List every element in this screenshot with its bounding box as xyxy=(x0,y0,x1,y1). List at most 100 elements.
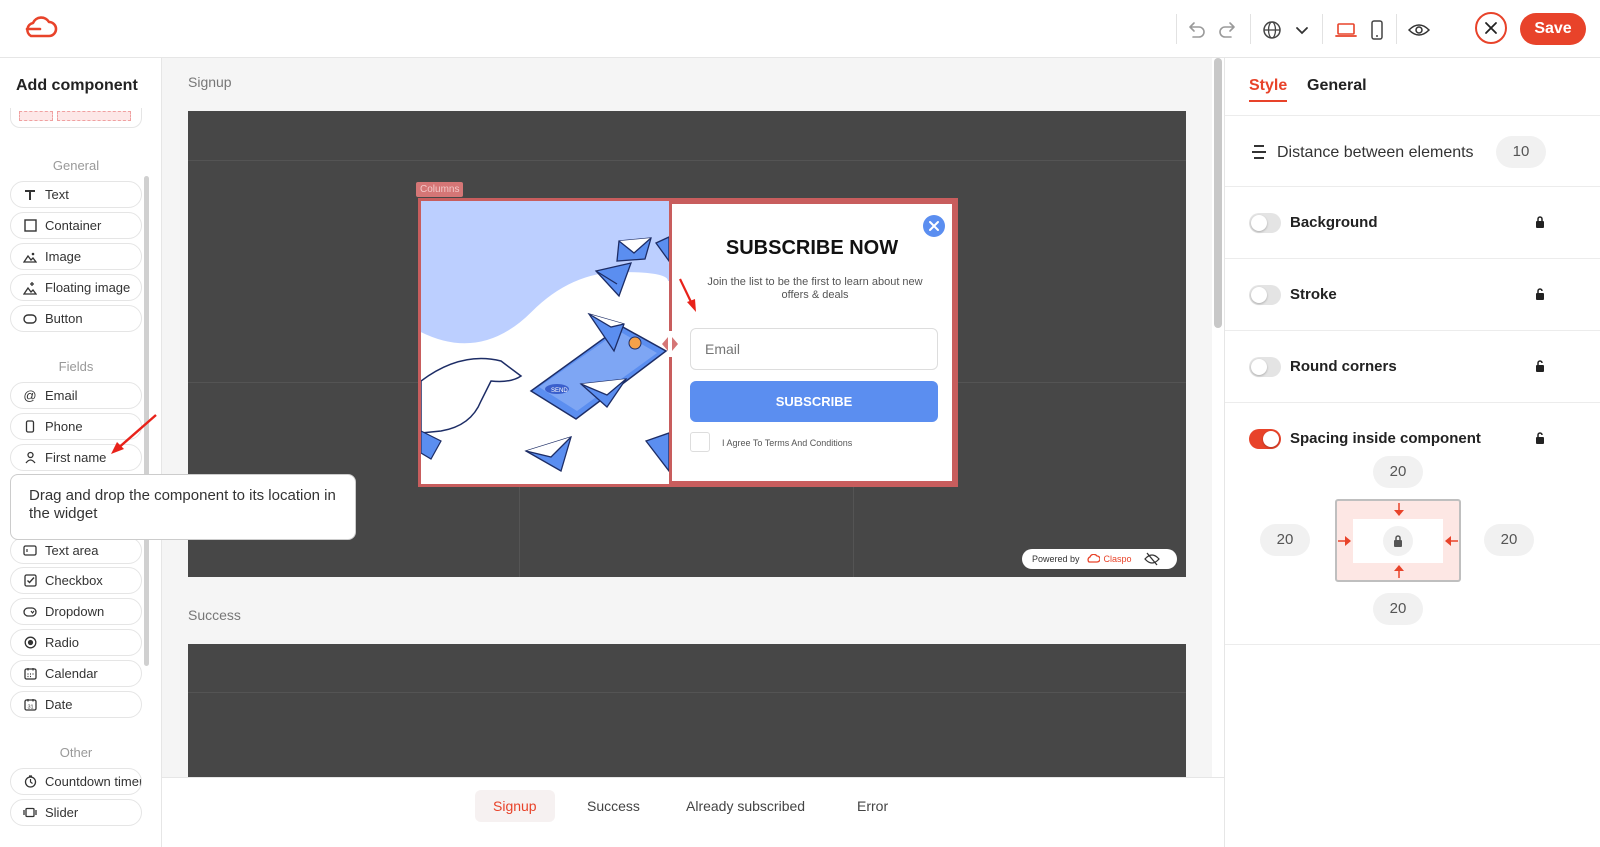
lock-icon[interactable] xyxy=(1534,215,1546,229)
chevron-down-icon[interactable] xyxy=(1289,17,1315,43)
popup-email-input[interactable] xyxy=(690,328,938,370)
at-sign-icon: @ xyxy=(23,388,37,403)
tab-success[interactable]: Success xyxy=(569,790,658,822)
spacing-box-diagram xyxy=(1335,499,1461,582)
phone-icon xyxy=(23,420,37,434)
component-image[interactable]: Image xyxy=(10,243,142,270)
mobile-icon[interactable] xyxy=(1364,17,1390,43)
success-state-label: Success xyxy=(188,607,241,623)
slider-icon xyxy=(23,806,37,820)
checkbox-icon xyxy=(23,574,37,588)
distance-value-input[interactable]: 10 xyxy=(1496,136,1546,168)
tab-style[interactable]: Style xyxy=(1249,77,1287,95)
popup-subscribe-button[interactable]: SUBSCRIBE xyxy=(690,381,938,422)
columns-component-chip[interactable] xyxy=(10,108,142,128)
spacing-lock-button[interactable] xyxy=(1383,526,1413,556)
claspo-mini-logo xyxy=(1086,554,1100,563)
popup-subtitle: Join the list to be the first to learn a… xyxy=(707,276,923,301)
arrow-up-icon xyxy=(1394,565,1404,578)
undo-icon[interactable] xyxy=(1183,17,1209,43)
signup-popup[interactable]: SEND SUBSCRIBE NOW Join the list to be t… xyxy=(418,198,958,487)
style-panel: Style General Distance between elements … xyxy=(1224,58,1600,847)
annotation-arrow xyxy=(679,278,696,312)
close-icon xyxy=(1485,22,1497,34)
unlock-icon[interactable] xyxy=(1534,287,1546,301)
spacing-bottom-input[interactable]: 20 xyxy=(1373,593,1423,625)
toolbar-divider xyxy=(1176,14,1177,44)
button-icon xyxy=(23,312,37,326)
powered-by-badge[interactable]: Powered by Claspo xyxy=(1022,549,1177,569)
desktop-icon[interactable] xyxy=(1333,17,1359,43)
component-container[interactable]: Container xyxy=(10,212,142,239)
fields-heading: Fields xyxy=(58,359,94,374)
popup-agree-label: I Agree To Terms And Conditions xyxy=(722,438,853,448)
round-corners-toggle[interactable] xyxy=(1249,357,1281,377)
tab-general[interactable]: General xyxy=(1307,77,1367,95)
round-corners-label: Round corners xyxy=(1290,358,1397,375)
component-text-area[interactable]: Text area xyxy=(10,537,142,564)
signup-state-label: Signup xyxy=(188,74,232,90)
unlock-icon[interactable] xyxy=(1534,431,1546,445)
svg-text:31: 31 xyxy=(27,705,33,711)
spacing-top-input[interactable]: 20 xyxy=(1373,456,1423,488)
tab-error[interactable]: Error xyxy=(839,790,906,822)
spacing-inner-box xyxy=(1353,519,1443,563)
eye-icon[interactable] xyxy=(1406,17,1432,43)
dropdown-icon xyxy=(23,605,37,619)
user-icon xyxy=(23,451,37,465)
spacing-right-input[interactable]: 20 xyxy=(1484,524,1534,556)
popup-agree-checkbox[interactable] xyxy=(690,432,710,452)
component-calendar[interactable]: Calendar xyxy=(10,660,142,687)
tab-already-subscribed[interactable]: Already subscribed xyxy=(668,790,823,822)
claspo-logo[interactable] xyxy=(22,16,58,40)
component-countdown-timer[interactable]: Countdown timer xyxy=(10,768,142,795)
other-heading: Other xyxy=(59,745,93,760)
tab-signup[interactable]: Signup xyxy=(475,790,555,822)
spacing-toggle[interactable] xyxy=(1249,429,1281,449)
radio-icon xyxy=(23,636,37,650)
text-area-icon xyxy=(23,544,37,558)
active-tab-underline xyxy=(1249,100,1287,102)
general-heading: General xyxy=(52,158,100,173)
component-checkbox[interactable]: Checkbox xyxy=(10,567,142,594)
component-floating-image[interactable]: Floating image xyxy=(10,274,142,301)
distance-label: Distance between elements xyxy=(1277,144,1474,161)
globe-icon[interactable] xyxy=(1259,17,1285,43)
spacing-left-input[interactable]: 20 xyxy=(1260,524,1310,556)
canvas-scrollbar[interactable] xyxy=(1214,58,1222,328)
text-icon xyxy=(23,188,37,202)
column-resize-handle[interactable] xyxy=(662,331,678,357)
stroke-toggle[interactable] xyxy=(1249,285,1281,305)
lock-icon xyxy=(1394,535,1402,547)
background-toggle[interactable] xyxy=(1249,213,1281,233)
save-button[interactable]: Save xyxy=(1520,13,1586,45)
eye-off-icon[interactable] xyxy=(1143,552,1160,566)
close-editor-button[interactable] xyxy=(1475,12,1507,44)
toolbar-divider xyxy=(1250,14,1251,44)
drag-drop-tooltip: Drag and drop the component to its locat… xyxy=(10,474,356,540)
columns-tag: Columns xyxy=(416,182,464,197)
component-text[interactable]: Text xyxy=(10,181,142,208)
unlock-icon[interactable] xyxy=(1534,359,1546,373)
component-button[interactable]: Button xyxy=(10,305,142,332)
component-date[interactable]: 31 Date xyxy=(10,691,142,718)
toolbar-divider xyxy=(1322,14,1323,44)
image-icon xyxy=(23,250,37,264)
close-icon xyxy=(929,221,939,231)
top-toolbar: Save xyxy=(0,0,1600,58)
stroke-label: Stroke xyxy=(1290,286,1337,303)
component-radio[interactable]: Radio xyxy=(10,629,142,656)
floating-image-icon xyxy=(23,281,37,295)
component-dropdown[interactable]: Dropdown xyxy=(10,598,142,625)
spacing-lines-icon xyxy=(1252,145,1266,159)
popup-close-button[interactable] xyxy=(923,215,945,237)
calendar-icon xyxy=(23,667,37,681)
editor-canvas: Signup Columns SEND SUBSCRIBE NOW Join t… xyxy=(162,58,1212,777)
spacing-label: Spacing inside component xyxy=(1290,430,1481,447)
background-label: Background xyxy=(1290,214,1378,231)
redo-icon[interactable] xyxy=(1215,17,1241,43)
annotation-arrow xyxy=(111,414,157,454)
component-slider[interactable]: Slider xyxy=(10,799,142,826)
component-email[interactable]: @ Email xyxy=(10,382,142,409)
arrow-down-icon xyxy=(1394,503,1404,516)
